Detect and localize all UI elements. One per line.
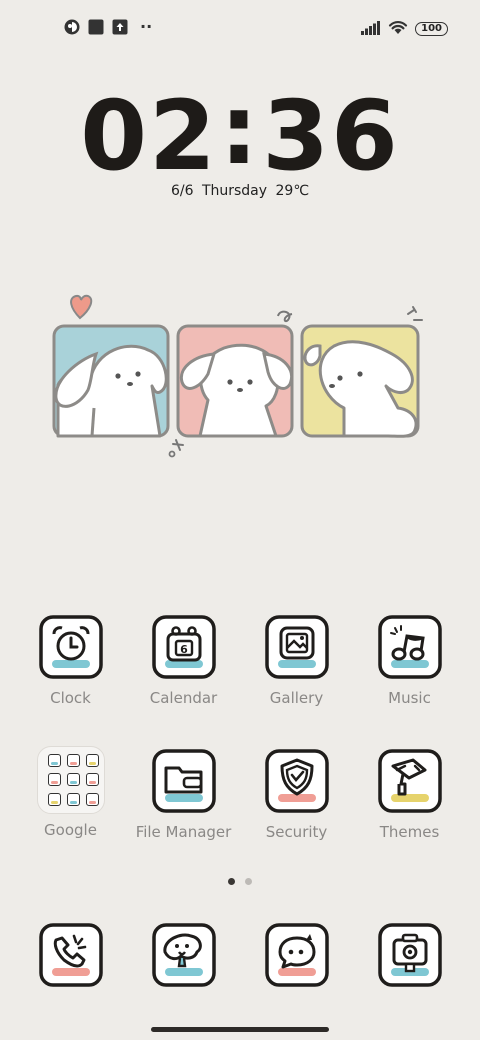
paint-roller-icon	[377, 749, 442, 813]
folder-mini-app-icon	[85, 773, 99, 787]
folder-icon	[36, 746, 105, 814]
app-notification-icon	[64, 19, 80, 35]
time-minute-ones: 6	[330, 80, 400, 192]
camera-icon	[377, 923, 442, 987]
app-label-calendar: Calendar	[149, 689, 218, 707]
app-label-clock: Clock	[50, 689, 91, 707]
app-clock[interactable]: Clock	[14, 614, 127, 707]
temperature-text: 29℃	[275, 183, 310, 199]
dock-camera[interactable]	[353, 922, 466, 988]
wifi-icon	[388, 19, 408, 39]
puppy-photo-widget[interactable]	[48, 290, 432, 465]
folder-mini-app-icon	[66, 773, 80, 787]
shield-icon	[264, 749, 329, 813]
square-notification-icon	[88, 19, 104, 35]
folder-mini-app-icon	[47, 773, 61, 787]
time-hour-ones: 2	[149, 80, 218, 192]
page-indicator[interactable]	[0, 878, 480, 885]
folder-mini-app-icon	[66, 754, 80, 767]
folder-mini-app-icon	[47, 792, 61, 806]
messages-icon	[151, 923, 216, 987]
app-label-gallery: Gallery	[269, 689, 324, 707]
upload-icon	[112, 19, 128, 35]
app-label-security: Security	[265, 823, 328, 841]
folder-mini-app-icon	[85, 754, 99, 767]
app-music[interactable]: Music	[353, 614, 466, 707]
clock-time[interactable]: 02:36	[0, 82, 480, 184]
page-dot-2[interactable]	[245, 878, 252, 885]
time-separator: :	[219, 74, 261, 186]
app-row-1: Clock 6 Calendar Gallery Music	[14, 614, 480, 707]
app-gallery[interactable]: Gallery	[240, 614, 353, 707]
battery-indicator: 100	[415, 22, 448, 36]
time-minute-tens: 3	[262, 80, 331, 192]
dock-chat[interactable]	[240, 922, 353, 988]
app-file-manager[interactable]: File Manager	[127, 748, 240, 841]
calendar-icon: 6	[151, 615, 216, 679]
app-row-2: Google File Manager Security Themes	[14, 746, 480, 841]
app-folder-google[interactable]: Google	[14, 746, 127, 841]
app-security[interactable]: Security	[240, 748, 353, 841]
system-icons: 100	[361, 19, 448, 39]
dock-messages[interactable]	[127, 922, 240, 988]
home-indicator-bar[interactable]	[151, 1027, 329, 1032]
music-note-icon	[377, 615, 442, 679]
chat-bubble-icon	[264, 923, 329, 987]
app-themes[interactable]: Themes	[353, 748, 466, 841]
time-hour-tens: 0	[80, 80, 149, 192]
folder-mini-app-icon	[47, 754, 61, 767]
alarm-clock-icon	[38, 615, 103, 679]
dock	[14, 922, 480, 988]
folder-mini-app-icon	[66, 792, 80, 806]
page-dot-1[interactable]	[228, 878, 235, 885]
signal-icon	[361, 20, 381, 39]
phone-icon	[38, 923, 103, 987]
app-label-music: Music	[388, 689, 431, 707]
date-weather[interactable]: 6/6 Thursday 29℃	[0, 183, 480, 199]
app-label-file-manager: File Manager	[135, 823, 232, 841]
file-folder-icon	[151, 749, 216, 813]
puppy-illustration	[52, 294, 423, 458]
app-label-themes: Themes	[379, 823, 440, 841]
status-bar: ·· 100	[0, 14, 480, 42]
weekday-text: Thursday	[201, 183, 268, 199]
squiggle-decoration	[277, 310, 293, 323]
app-label-google: Google	[44, 821, 97, 839]
dock-phone[interactable]	[14, 922, 127, 988]
folder-mini-app-icon	[85, 792, 99, 806]
date-text: 6/6	[170, 183, 194, 199]
more-notifications-indicator: ··	[140, 17, 153, 36]
app-calendar[interactable]: 6 Calendar	[127, 614, 240, 707]
calendar-day-number: 6	[180, 643, 188, 656]
picture-icon	[264, 615, 329, 679]
heart-icon	[70, 294, 93, 320]
notification-icons: ··	[64, 19, 152, 35]
